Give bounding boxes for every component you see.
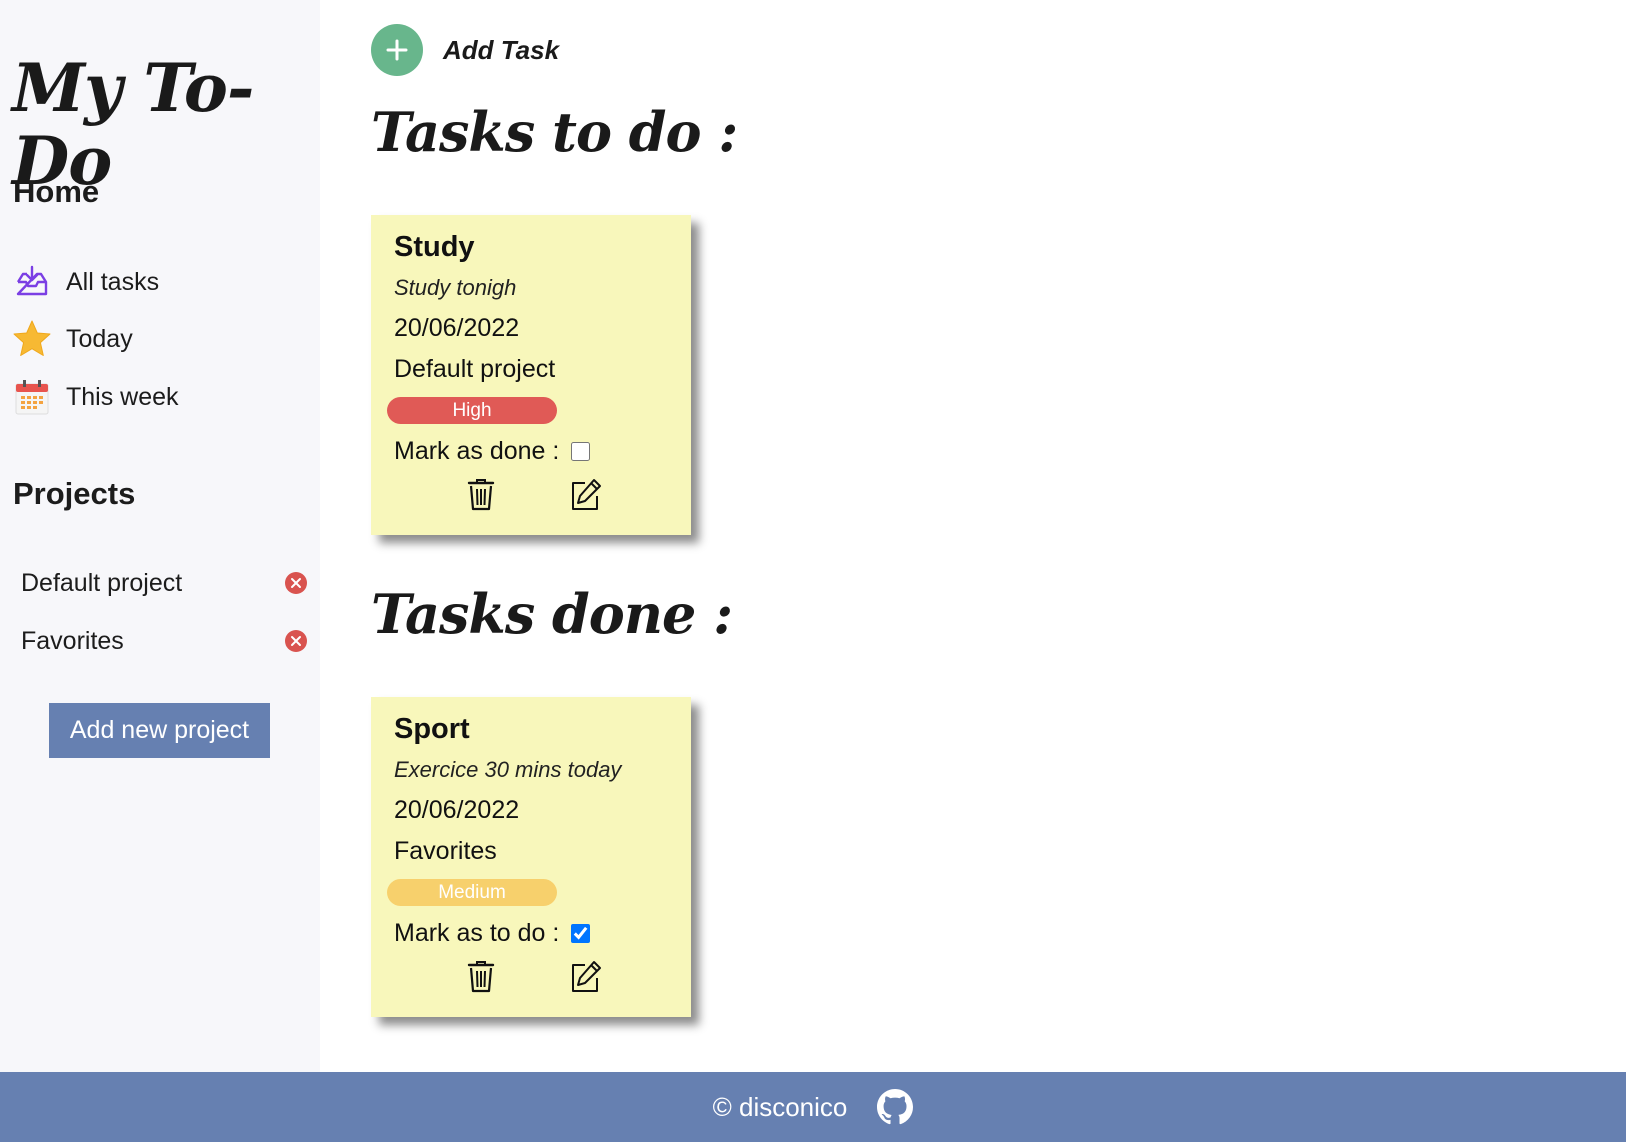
- close-circle-icon[interactable]: [285, 572, 307, 594]
- task-date: 20/06/2022: [394, 796, 520, 824]
- project-item-favorites[interactable]: Favorites: [21, 621, 307, 661]
- mark-label: Mark as done :: [394, 437, 560, 465]
- task-description: Study tonigh: [394, 275, 517, 300]
- mark-row: Mark as to do :: [394, 919, 591, 948]
- project-label: Favorites: [21, 626, 124, 655]
- task-project: Favorites: [394, 837, 497, 865]
- github-icon[interactable]: [877, 1089, 914, 1125]
- sidebar: My To-Do Home All tasks Today This week …: [0, 0, 320, 1072]
- tasks-to-do-heading: Tasks to do :: [371, 100, 738, 164]
- priority-badge: Medium: [387, 879, 557, 906]
- task-card: Sport Exercice 30 mins today 20/06/2022 …: [371, 697, 691, 1017]
- task-title: Sport: [394, 713, 470, 745]
- projects-heading: Projects: [13, 476, 136, 511]
- calendar-icon: [12, 377, 52, 417]
- nav-item-all-tasks[interactable]: All tasks: [12, 260, 159, 304]
- mark-label: Mark as to do :: [394, 919, 560, 947]
- task-date: 20/06/2022: [394, 314, 520, 342]
- footer: © disconico: [0, 1072, 1626, 1142]
- nav-item-today[interactable]: Today: [12, 317, 133, 361]
- add-task-button[interactable]: Add Task: [371, 24, 559, 76]
- mark-as-done-checkbox[interactable]: [571, 442, 591, 461]
- home-heading: Home: [13, 174, 100, 209]
- task-title: Study: [394, 231, 475, 263]
- priority-badge: High: [387, 397, 557, 424]
- footer-credit: © disconico: [712, 1091, 848, 1122]
- tasks-done-heading: Tasks done :: [371, 582, 733, 646]
- edit-icon[interactable]: [567, 959, 603, 995]
- nav-item-label: This week: [66, 382, 179, 411]
- nav-item-this-week[interactable]: This week: [12, 375, 179, 419]
- task-description: Exercice 30 mins today: [394, 757, 622, 782]
- inbox-download-icon: [12, 262, 52, 302]
- plus-icon: [371, 24, 423, 76]
- close-circle-icon[interactable]: [285, 630, 307, 652]
- add-task-label: Add Task: [443, 34, 560, 65]
- task-project: Default project: [394, 355, 556, 383]
- mark-as-to-do-checkbox[interactable]: [571, 924, 591, 943]
- mark-row: Mark as done :: [394, 437, 591, 466]
- project-item-default[interactable]: Default project: [21, 563, 307, 603]
- trash-icon[interactable]: [463, 477, 499, 513]
- edit-icon[interactable]: [567, 477, 603, 513]
- project-label: Default project: [21, 568, 183, 597]
- star-icon: [12, 319, 52, 359]
- task-card: Study Study tonigh 20/06/2022 Default pr…: [371, 215, 691, 535]
- nav-item-label: All tasks: [66, 267, 160, 296]
- nav-item-label: Today: [66, 324, 133, 353]
- trash-icon[interactable]: [463, 959, 499, 995]
- add-new-project-button[interactable]: Add new project: [49, 703, 270, 758]
